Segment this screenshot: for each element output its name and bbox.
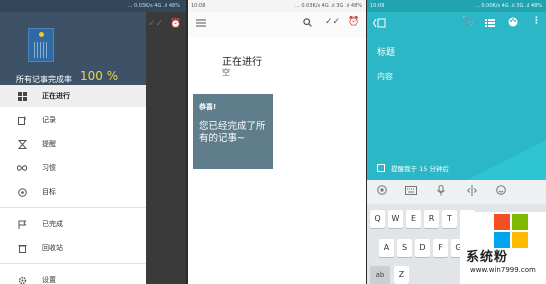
emoji-icon[interactable] [496, 185, 506, 197]
key-a[interactable]: A [379, 239, 394, 257]
watermark-title: 系统粉 [466, 250, 509, 265]
palette-icon[interactable] [508, 17, 518, 30]
menu-item-label: 已完成 [42, 220, 63, 228]
more-icon[interactable]: ⋮ [532, 16, 541, 26]
note-card[interactable]: 恭喜! 您已经完成了所有的记事~ [193, 94, 273, 169]
back-note-icon[interactable] [372, 18, 387, 31]
key-w[interactable]: W [388, 210, 403, 228]
drawer-screen: ... 0.03K/s 4G .ıl 48% 所有记事完成率 100 % 正在进… [0, 0, 186, 284]
status-indicators: ... 0.03K/s 4G .ıl 48% [127, 3, 180, 9]
status-bar: 10:08 ... 0.03K/s 4G .ıl 3G .ıl 48% [188, 0, 366, 12]
key-r[interactable]: R [424, 210, 439, 228]
key-shift-ab[interactable]: ab [370, 266, 390, 284]
key-d[interactable]: D [415, 239, 430, 257]
gear-icon [17, 275, 27, 284]
menu-item-label: 正在进行 [42, 92, 70, 100]
infinity-icon [17, 163, 27, 173]
menu-item-reminders[interactable]: 提醒 [0, 133, 146, 155]
page-title: 正在进行 [222, 57, 262, 68]
key-s[interactable]: S [397, 239, 412, 257]
list-screen: 10:08 ... 0.03K/s 4G .ıl 3G .ıl 48% ✓✓ ⏰… [188, 0, 366, 284]
alarm-icon: ⏰ [170, 19, 182, 29]
toolbar: ✓✓ ⏰ [188, 12, 366, 38]
menu-item-label: 设置 [42, 276, 56, 284]
menu-item-label: 提醒 [42, 140, 56, 148]
keyboard-toolbar [367, 180, 546, 204]
scrim[interactable]: ✓✓ ⏰ [146, 12, 186, 284]
target-icon [17, 187, 27, 197]
content-field[interactable]: 内容 [377, 71, 393, 82]
menu-item-records[interactable]: 记录 [0, 109, 146, 131]
reminder-checkbox[interactable] [377, 164, 385, 172]
note-title: 恭喜! [199, 103, 217, 111]
keyboard-icon[interactable] [405, 186, 417, 197]
empty-label: 空 [222, 68, 230, 77]
key-q[interactable]: Q [370, 210, 385, 228]
completion-label: 所有记事完成率 [16, 75, 72, 84]
flag-icon [17, 219, 27, 229]
key-t[interactable]: T [442, 210, 457, 228]
grid-icon [17, 91, 27, 101]
watermark-url: www.win7999.com [470, 266, 536, 274]
reminder-label: 提醒我于 15 分钟后 [391, 165, 449, 173]
check-all-icon: ✓✓ [148, 19, 164, 29]
list-icon[interactable] [485, 19, 495, 30]
completion-percent: 100 % [80, 69, 119, 83]
menu-item-label: 习惯 [42, 164, 56, 172]
status-bar: ... 0.03K/s 4G .ıl 48% [0, 0, 186, 12]
note-body: 您已经完成了所有的记事~ [199, 121, 266, 144]
menu-item-settings[interactable]: 设置 [0, 269, 146, 284]
reminder-option[interactable]: 提醒我于 15 分钟后 [377, 163, 449, 173]
menu-item-completed[interactable]: 已完成 [0, 213, 146, 235]
settings-icon[interactable] [377, 185, 387, 197]
app-logo [28, 28, 54, 62]
attachment-icon[interactable]: 📎 [462, 17, 473, 27]
key-e[interactable]: E [406, 210, 421, 228]
hourglass-icon [17, 139, 27, 149]
corner-decoration [467, 140, 546, 180]
status-time: 10:08 [191, 3, 206, 9]
drawer-header: 所有记事完成率 100 % [0, 12, 146, 85]
menu-item-label: 目标 [42, 188, 56, 196]
cursor-move-icon[interactable] [467, 185, 477, 198]
windows-logo-icon [494, 214, 528, 248]
check-all-icon[interactable]: ✓✓ [325, 17, 340, 27]
toolbar: 📎 ⋮ [367, 12, 546, 38]
menu-divider [0, 263, 146, 264]
menu-item-label: 记录 [42, 116, 56, 124]
menu-item-trash[interactable]: 回收站 [0, 237, 146, 259]
menu-item-in-progress[interactable]: 正在进行 [0, 85, 146, 107]
drawer-menu: 正在进行 记录 提醒 习惯 目标 已完成 回收站 设置 [0, 85, 146, 284]
menu-icon[interactable] [196, 19, 206, 30]
menu-item-goals[interactable]: 目标 [0, 181, 146, 203]
note-icon [17, 115, 27, 125]
key-f[interactable]: F [433, 239, 448, 257]
status-indicators: ... 0.03K/s 4G .ıl 3G .ıl 48% [295, 3, 362, 9]
status-indicators: ... 0.00K/s 4G .ıl 3G .ıl 48% [475, 3, 542, 9]
status-bar: 10:09 ... 0.00K/s 4G .ıl 3G .ıl 48% [367, 0, 546, 12]
menu-item-habits[interactable]: 习惯 [0, 157, 146, 179]
search-icon[interactable] [303, 18, 312, 30]
watermark: 系统粉 www.win7999.com [460, 212, 546, 284]
alarm-icon[interactable]: ⏰ [348, 17, 359, 27]
trash-icon [17, 243, 27, 253]
title-field[interactable]: 标题 [377, 45, 395, 58]
menu-divider [0, 207, 146, 208]
microphone-icon[interactable] [437, 185, 445, 198]
menu-item-label: 回收站 [42, 244, 63, 252]
status-time: 10:09 [370, 3, 385, 9]
key-z[interactable]: Z [394, 266, 409, 284]
